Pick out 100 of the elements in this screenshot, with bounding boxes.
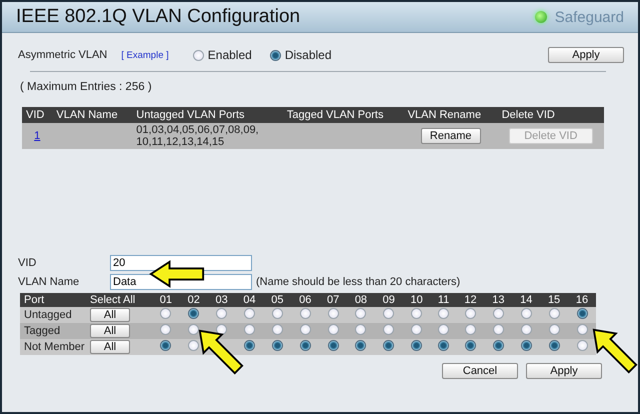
example-link[interactable]: [ Example ] [121, 50, 169, 60]
radio-button[interactable] [383, 324, 394, 335]
radio-button[interactable] [411, 308, 422, 319]
hint-text: (Name should be less than 20 characters) [256, 276, 460, 288]
column-header: Port [20, 293, 90, 307]
vid-link[interactable]: 1 [34, 130, 40, 142]
radio-button[interactable] [438, 308, 450, 319]
select-all-button[interactable]: All [90, 324, 130, 338]
radio-button[interactable] [548, 324, 560, 335]
radio-button[interactable] [244, 324, 255, 335]
radio-button[interactable] [160, 308, 172, 319]
port-number: 13 [484, 293, 512, 307]
radio-button[interactable] [216, 324, 228, 335]
radio-button[interactable] [520, 324, 532, 335]
radio-button[interactable] [216, 308, 228, 319]
radio-button[interactable] [160, 324, 172, 335]
radio-button[interactable] [464, 308, 476, 319]
radio-button[interactable] [438, 340, 450, 351]
vid-input-field[interactable]: 20 [110, 255, 252, 271]
column-header: Select All [90, 293, 152, 307]
port-number: 07 [319, 293, 348, 307]
port-number: 05 [263, 293, 292, 307]
radio-button[interactable] [355, 308, 366, 319]
row-label: Untagged [24, 309, 72, 321]
radio-button[interactable] [492, 324, 504, 335]
port-number: 02 [180, 293, 208, 307]
radio-button[interactable] [328, 308, 339, 319]
radio-button[interactable] [328, 324, 339, 335]
radio-button[interactable] [411, 340, 422, 351]
radio-button[interactable] [300, 308, 311, 319]
column-header: VID [22, 107, 52, 123]
radio-button[interactable] [272, 308, 283, 319]
rename-button[interactable]: Rename [420, 128, 481, 144]
port-number: 06 [291, 293, 320, 307]
radio-button[interactable] [520, 308, 532, 319]
window-title: IEEE 802.1Q VLAN Configuration [16, 6, 300, 28]
radio-button[interactable] [411, 324, 422, 335]
port-number: 01 [152, 293, 180, 307]
radio-button[interactable] [548, 308, 560, 319]
arrow-icon [198, 329, 244, 375]
radio-button[interactable] [300, 324, 311, 335]
port-number: 16 [568, 293, 596, 307]
port-number: 14 [512, 293, 540, 307]
radio-label: Disabled [284, 48, 332, 62]
radio-button[interactable] [492, 340, 504, 351]
vlan-name-label: VLAN Name [18, 276, 80, 288]
radio-button[interactable] [383, 340, 394, 351]
table-cell: 01,03,04,05,06,07,08,09, 10,11,12,13,14,15 [136, 124, 259, 148]
radio-button[interactable] [272, 340, 283, 351]
radio-button[interactable] [272, 324, 283, 335]
select-all-button[interactable]: All [90, 340, 130, 354]
column-header: Tagged VLAN Ports [282, 107, 404, 123]
radio-button[interactable] [492, 308, 504, 319]
radio-button[interactable] [520, 340, 532, 351]
radio-button[interactable] [244, 308, 255, 319]
radio-button[interactable] [160, 340, 172, 351]
radio-button[interactable] [188, 308, 200, 319]
row-label: Not Member [24, 341, 85, 353]
row-label: Tagged [24, 325, 60, 337]
apply-button[interactable]: Apply [526, 363, 602, 379]
port-number: 15 [540, 293, 568, 307]
port-number: 11 [430, 293, 457, 307]
select-all-button[interactable]: All [90, 308, 130, 322]
status-led-icon [534, 11, 547, 23]
arrow-icon [592, 328, 638, 374]
column-header: Delete VID [498, 107, 604, 123]
port-number: 04 [236, 293, 264, 307]
radio-button[interactable] [464, 324, 476, 335]
radio-button[interactable] [355, 324, 366, 335]
asymmetric-vlan-label: Asymmetric VLAN [18, 49, 108, 61]
apply-button[interactable]: Apply [548, 47, 624, 63]
maximum-entries-text: ( Maximum Entries : 256 ) [20, 81, 153, 93]
radio-button[interactable] [192, 50, 204, 60]
radio-button[interactable] [188, 340, 200, 351]
radio-button[interactable] [576, 324, 588, 335]
port-number: 12 [456, 293, 484, 307]
radio-button[interactable] [244, 340, 255, 351]
radio-button[interactable] [548, 340, 560, 351]
radio-button[interactable] [576, 308, 588, 319]
port-number: 10 [402, 293, 431, 307]
port-number: 03 [208, 293, 236, 307]
radio-button[interactable] [438, 324, 450, 335]
radio-button[interactable] [328, 340, 339, 351]
radio-button[interactable] [355, 340, 366, 351]
port-number: 09 [374, 293, 403, 307]
safeguard-label: Safeguard [554, 8, 624, 26]
port-number: 08 [347, 293, 375, 307]
vid-label: VID [18, 257, 38, 269]
radio-button[interactable] [300, 340, 311, 351]
radio-button[interactable] [188, 324, 200, 335]
radio-label: Enabled [208, 48, 252, 62]
column-header: Untagged VLAN Ports [132, 107, 283, 123]
column-header: VLAN Rename [404, 107, 498, 123]
cancel-button[interactable]: Cancel [442, 363, 518, 379]
radio-button[interactable] [383, 308, 394, 319]
radio-button[interactable] [464, 340, 476, 351]
arrow-icon [148, 260, 206, 288]
radio-button[interactable] [576, 340, 588, 351]
radio-button[interactable] [270, 50, 281, 60]
column-header: VLAN Name [52, 107, 132, 123]
